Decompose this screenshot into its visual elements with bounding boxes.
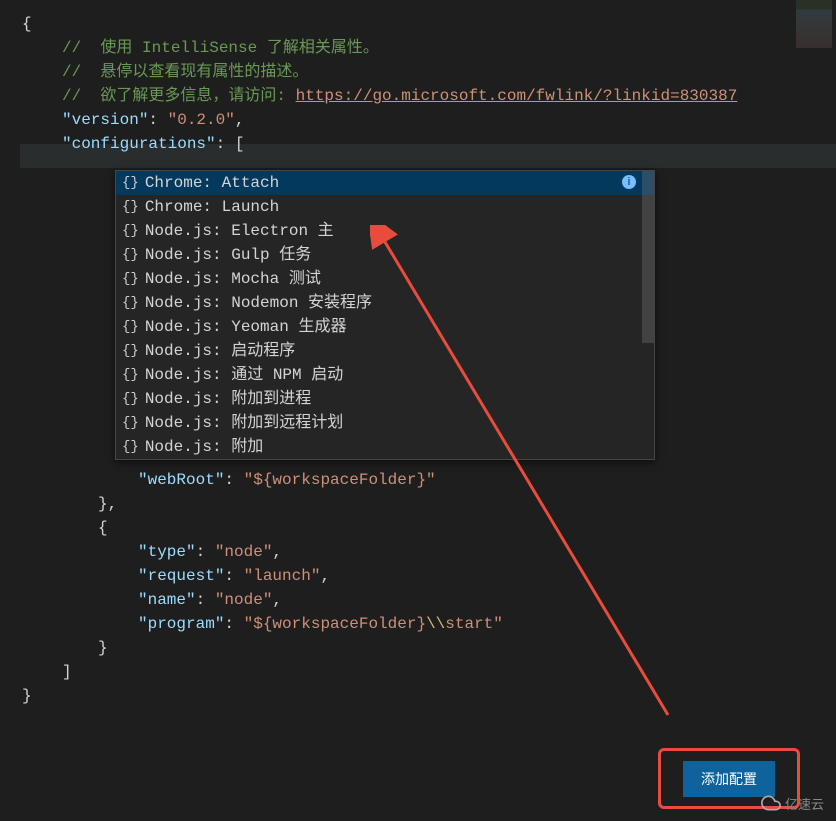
watermark-cloud-icon	[761, 793, 781, 813]
snippet-icon: {}	[122, 291, 139, 315]
program-value-escape: \\	[426, 615, 445, 633]
doc-link[interactable]: https://go.microsoft.com/fwlink/?linkid=…	[296, 87, 738, 105]
editor-container: { // 使用 IntelliSense 了解相关属性。 // 悬停以查看现有属…	[0, 0, 836, 821]
snippet-icon: {}	[122, 315, 139, 339]
comment-line-2: // 悬停以查看现有属性的描述。	[62, 63, 308, 81]
dropdown-item-chrome-launch[interactable]: {} Chrome: Launch	[116, 195, 654, 219]
add-config-button[interactable]: 添加配置	[683, 761, 775, 797]
watermark-text: 亿速云	[785, 794, 824, 813]
snippet-icon: {}	[122, 387, 139, 411]
program-value-post: start"	[445, 615, 503, 633]
dropdown-item-electron[interactable]: {} Node.js: Electron 主	[116, 219, 654, 243]
program-value-pre: "${workspaceFolder}	[244, 615, 426, 633]
comment-line-1: // 使用 IntelliSense 了解相关属性。	[62, 39, 379, 57]
snippet-icon: {}	[122, 243, 139, 267]
dropdown-item-gulp[interactable]: {} Node.js: Gulp 任务	[116, 243, 654, 267]
snippet-icon: {}	[122, 267, 139, 291]
program-key: "program"	[138, 615, 224, 633]
request-value: "launch"	[244, 567, 321, 585]
dropdown-item-chrome-attach[interactable]: {} Chrome: Attach i	[116, 171, 654, 195]
webroot-key: "webRoot"	[138, 471, 224, 489]
dropdown-scrollbar[interactable]	[642, 171, 654, 343]
snippet-icon: {}	[122, 363, 139, 387]
name-value: "node"	[215, 591, 273, 609]
snippet-icon: {}	[122, 171, 139, 195]
watermark: 亿速云	[761, 793, 824, 813]
type-key: "type"	[138, 543, 196, 561]
dropdown-item-launch[interactable]: {} Node.js: 启动程序	[116, 339, 654, 363]
dropdown-item-npm[interactable]: {} Node.js: 通过 NPM 启动	[116, 363, 654, 387]
open-brace: {	[22, 15, 32, 33]
code-editor[interactable]: { // 使用 IntelliSense 了解相关属性。 // 悬停以查看现有属…	[20, 0, 836, 821]
snippet-icon: {}	[122, 411, 139, 435]
snippet-icon: {}	[122, 195, 139, 219]
intellisense-dropdown[interactable]: {} Chrome: Attach i {} Chrome: Launch {}…	[115, 170, 655, 460]
dropdown-item-mocha[interactable]: {} Node.js: Mocha 测试	[116, 267, 654, 291]
configurations-key: "configurations"	[62, 135, 216, 153]
snippet-icon: {}	[122, 339, 139, 363]
type-value: "node"	[215, 543, 273, 561]
snippet-icon: {}	[122, 219, 139, 243]
dropdown-item-yeoman[interactable]: {} Node.js: Yeoman 生成器	[116, 315, 654, 339]
name-key: "name"	[138, 591, 196, 609]
comment-line-3-prefix: // 欲了解更多信息，请访问:	[62, 87, 296, 105]
dropdown-item-attach-remote[interactable]: {} Node.js: 附加到远程计划	[116, 411, 654, 435]
version-value: "0.2.0"	[168, 111, 235, 129]
dropdown-item-nodemon[interactable]: {} Node.js: Nodemon 安装程序	[116, 291, 654, 315]
version-key: "version"	[62, 111, 148, 129]
dropdown-item-attach-process[interactable]: {} Node.js: 附加到进程	[116, 387, 654, 411]
line-number-gutter	[0, 0, 20, 821]
snippet-icon: {}	[122, 435, 139, 459]
webroot-value: "${workspaceFolder}"	[244, 471, 436, 489]
info-icon[interactable]: i	[622, 175, 636, 189]
request-key: "request"	[138, 567, 224, 585]
dropdown-item-attach[interactable]: {} Node.js: 附加	[116, 435, 654, 459]
